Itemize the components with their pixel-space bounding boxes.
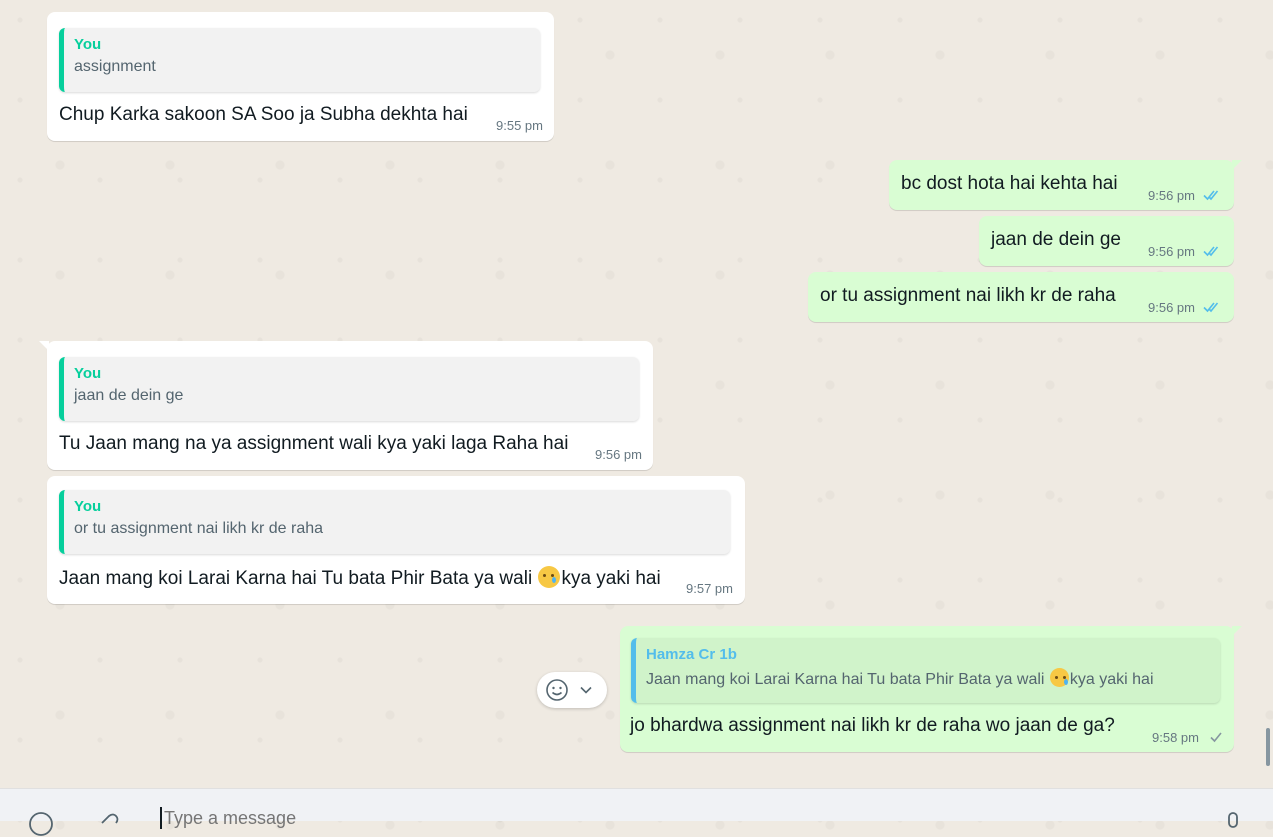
message-composer (0, 788, 1273, 836)
crying-face-emoji (538, 566, 561, 588)
quoted-message[interactable]: You jaan de dein ge (59, 357, 639, 421)
incoming-message[interactable]: You assignment Chup Karka sakoon SA Soo … (47, 12, 554, 141)
message-time: 9:55 pm (496, 118, 543, 133)
quote-author: You (74, 365, 102, 382)
message-time: 9:57 pm (686, 581, 733, 596)
crying-face-emoji (1049, 668, 1069, 687)
quote-text: jaan de dein ge (74, 387, 184, 404)
quoted-message[interactable]: You assignment (59, 28, 540, 92)
message-text: Chup Karka sakoon SA Soo ja Subha dekhta… (59, 104, 468, 125)
message-time: 9:56 pm (1148, 244, 1195, 259)
double-check-icon (1203, 190, 1219, 201)
double-check-icon (1203, 302, 1219, 313)
outgoing-message[interactable]: jaan de dein ge 9:56 pm (979, 216, 1234, 266)
quote-author: You (74, 498, 102, 515)
quote-author: Hamza Cr 1b (646, 646, 737, 663)
quote-author: You (74, 36, 102, 53)
message-text-part: Jaan mang koi Larai Karna hai Tu bata Ph… (59, 568, 538, 589)
message-time: 9:58 pm (1152, 730, 1199, 745)
message-text: bc dost hota hai kehta hai (901, 173, 1118, 194)
quoted-message[interactable]: You or tu assignment nai likh kr de raha (59, 490, 730, 554)
double-check-icon (1203, 246, 1219, 257)
chat-panel: You assignment Chup Karka sakoon SA Soo … (0, 0, 1273, 788)
quote-text: or tu assignment nai likh kr de raha (74, 520, 324, 537)
quote-text-part: kya yaki hai (1069, 671, 1154, 688)
quote-text: Jaan mang koi Larai Karna hai Tu bata Ph… (646, 668, 1154, 689)
emoji-icon[interactable] (28, 811, 54, 837)
message-time: 9:56 pm (595, 447, 642, 462)
outgoing-message[interactable]: bc dost hota hai kehta hai 9:56 pm (889, 160, 1242, 210)
message-time: 9:56 pm (1148, 188, 1195, 203)
attach-icon[interactable] (96, 811, 122, 837)
message-text: jaan de dein ge (991, 229, 1121, 250)
message-text: Tu Jaan mang na ya assignment wali kya y… (59, 433, 569, 454)
microphone-icon[interactable] (1224, 811, 1242, 837)
outgoing-message[interactable]: Hamza Cr 1b Jaan mang koi Larai Karna ha… (620, 626, 1242, 752)
quote-text: assignment (74, 58, 156, 75)
reaction-button[interactable] (537, 672, 607, 708)
quote-text-part: Jaan mang koi Larai Karna hai Tu bata Ph… (646, 671, 1049, 688)
message-text: Jaan mang koi Larai Karna hai Tu bata Ph… (59, 566, 661, 590)
incoming-message[interactable]: You jaan de dein ge Tu Jaan mang na ya a… (39, 341, 653, 470)
quoted-message[interactable]: Hamza Cr 1b Jaan mang koi Larai Karna ha… (631, 638, 1220, 703)
message-input[interactable] (160, 807, 1206, 829)
message-time: 9:56 pm (1148, 300, 1195, 315)
message-text: jo bhardwa assignment nai likh kr de rah… (630, 715, 1115, 736)
smiley-icon (546, 679, 568, 701)
single-check-icon (1210, 732, 1222, 743)
outgoing-message[interactable]: or tu assignment nai likh kr de raha 9:5… (808, 272, 1234, 322)
incoming-message[interactable]: You or tu assignment nai likh kr de raha… (47, 476, 745, 604)
scrollbar[interactable] (1266, 728, 1270, 766)
message-text: or tu assignment nai likh kr de raha (820, 285, 1116, 306)
message-text-part: kya yaki hai (561, 568, 661, 589)
chevron-down-icon (580, 686, 592, 694)
